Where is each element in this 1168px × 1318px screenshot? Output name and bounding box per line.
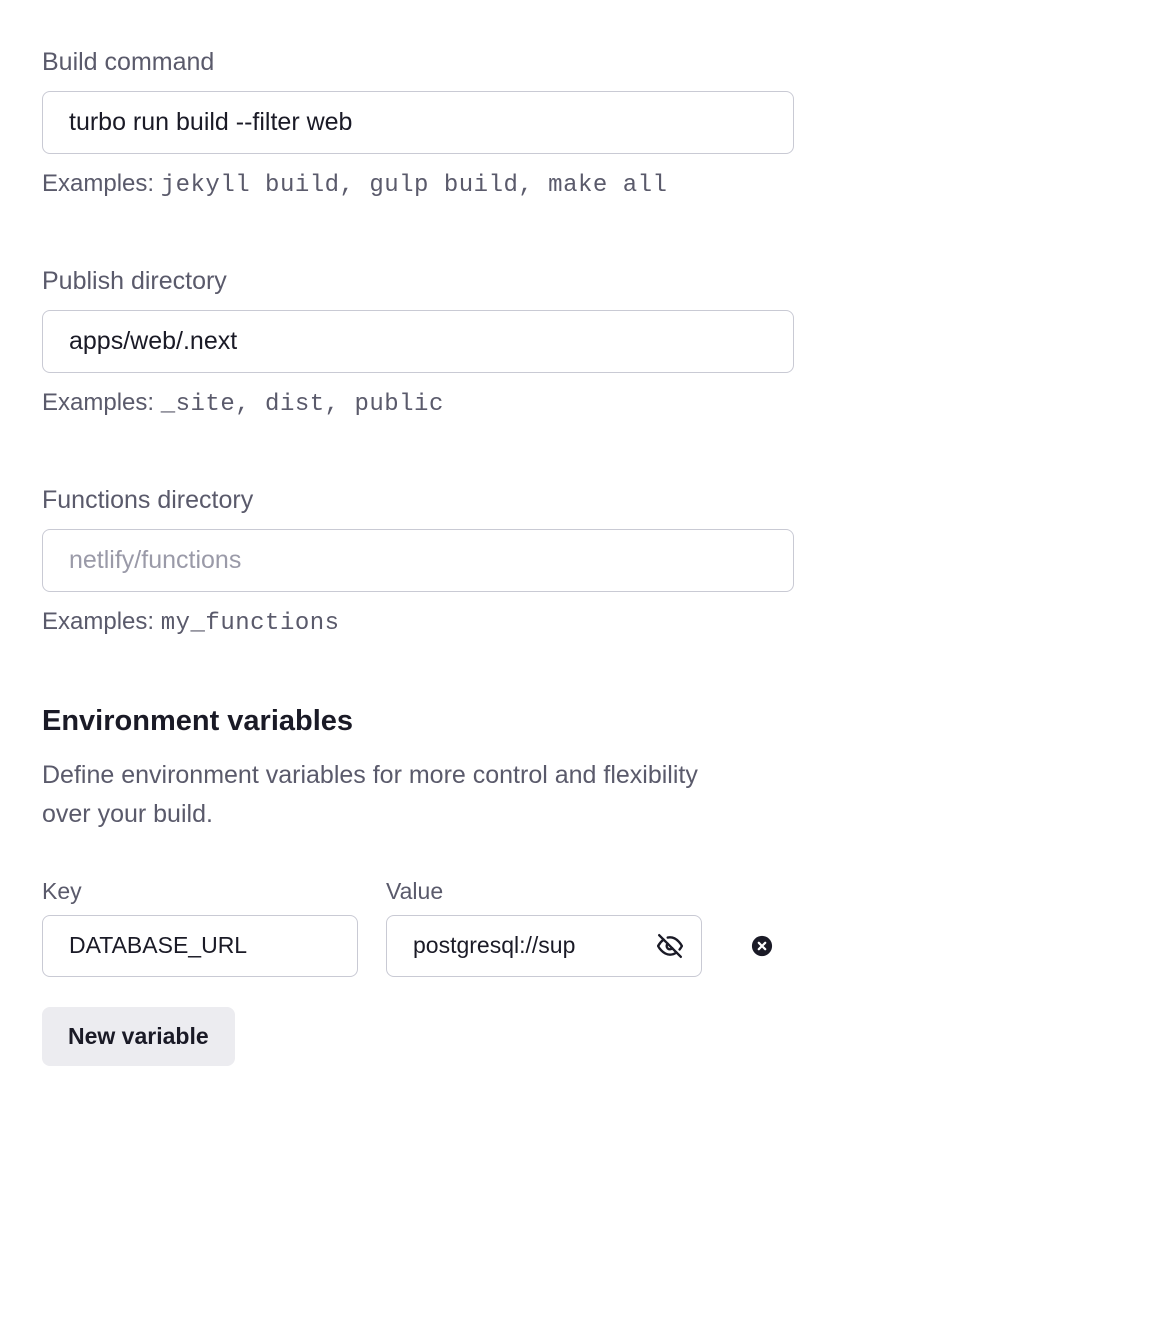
helper-examples: jekyll build, gulp build, make all bbox=[161, 172, 668, 199]
env-value-input-wrapper bbox=[386, 915, 702, 977]
env-section-title: Environment variables bbox=[42, 705, 1126, 738]
remove-variable-icon[interactable] bbox=[750, 934, 774, 958]
env-value-label: Value bbox=[386, 878, 702, 905]
env-key-column: Key bbox=[42, 878, 358, 977]
publish-directory-group: Publish directory Examples: _site, dist,… bbox=[42, 267, 794, 418]
helper-prefix: Examples: bbox=[42, 608, 154, 635]
env-variable-row: Key Value bbox=[42, 878, 1126, 977]
environment-variables-section: Environment variables Define environment… bbox=[42, 705, 1126, 1066]
publish-directory-input[interactable] bbox=[42, 310, 794, 373]
new-variable-button[interactable]: New variable bbox=[42, 1007, 235, 1066]
build-command-helper: Examples: jekyll build, gulp build, make… bbox=[42, 170, 794, 199]
functions-directory-helper: Examples: my_functions bbox=[42, 608, 794, 637]
env-value-column: Value bbox=[386, 878, 702, 977]
env-key-input[interactable] bbox=[42, 915, 358, 977]
publish-directory-helper: Examples: _site, dist, public bbox=[42, 389, 794, 418]
env-key-label: Key bbox=[42, 878, 358, 905]
env-section-description: Define environment variables for more co… bbox=[42, 756, 742, 834]
functions-directory-group: Functions directory Examples: my_functio… bbox=[42, 486, 794, 637]
env-value-input[interactable] bbox=[386, 915, 702, 977]
helper-prefix: Examples: bbox=[42, 389, 154, 416]
build-command-input[interactable] bbox=[42, 91, 794, 154]
build-command-group: Build command Examples: jekyll build, gu… bbox=[42, 48, 794, 199]
helper-examples: my_functions bbox=[161, 610, 340, 637]
build-command-label: Build command bbox=[42, 48, 794, 77]
functions-directory-label: Functions directory bbox=[42, 486, 794, 515]
visibility-toggle-icon[interactable] bbox=[656, 932, 684, 960]
env-key-input-wrapper bbox=[42, 915, 358, 977]
functions-directory-input[interactable] bbox=[42, 529, 794, 592]
publish-directory-label: Publish directory bbox=[42, 267, 794, 296]
helper-examples: _site, dist, public bbox=[161, 391, 444, 418]
helper-prefix: Examples: bbox=[42, 170, 154, 197]
